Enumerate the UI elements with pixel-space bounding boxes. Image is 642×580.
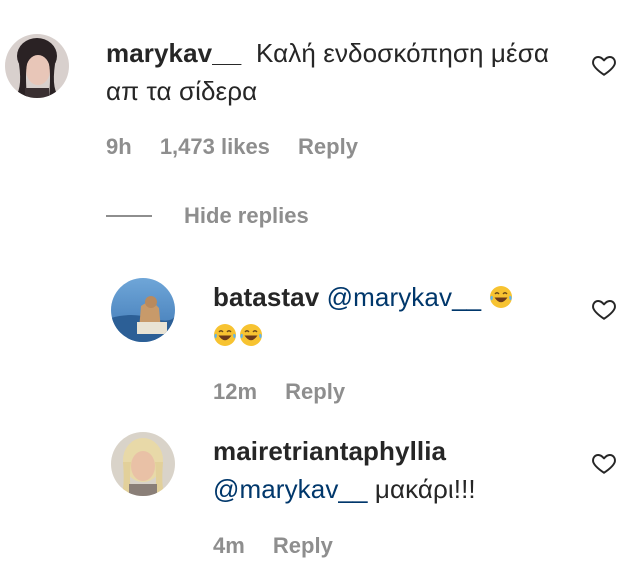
reply-meta: 12m Reply xyxy=(213,379,367,405)
comment-likes[interactable]: 1,473 likes xyxy=(160,134,270,159)
reply-meta: 4m Reply xyxy=(213,533,355,559)
reply-button[interactable]: Reply xyxy=(273,533,333,558)
reply-username[interactable]: mairetriantaphyllia xyxy=(213,436,446,466)
mention-link[interactable]: @marykav__ xyxy=(213,474,368,504)
reply-button[interactable]: Reply xyxy=(285,379,345,404)
laughing-emoji-icon xyxy=(240,324,262,346)
comment-time[interactable]: 9h xyxy=(106,134,132,159)
reply-body: μακάρι!!! xyxy=(374,474,476,504)
avatar[interactable] xyxy=(111,278,175,342)
hide-replies-label: Hide replies xyxy=(184,203,309,228)
avatar[interactable] xyxy=(5,34,69,98)
comment-username[interactable]: marykav__ xyxy=(106,38,241,68)
reply-button[interactable]: Reply xyxy=(298,134,358,159)
reply-text: mairetriantaphyllia @marykav__ μακάρι!!! xyxy=(213,432,573,508)
mention-link[interactable]: @marykav__ xyxy=(327,282,482,312)
reply-text: batastav @marykav__ xyxy=(213,278,563,354)
laughing-emoji-icon xyxy=(214,324,236,346)
heart-icon[interactable] xyxy=(591,296,617,322)
reply-time[interactable]: 4m xyxy=(213,533,245,558)
hide-replies-button[interactable]: Hide replies xyxy=(106,202,309,230)
reply-time[interactable]: 12m xyxy=(213,379,257,404)
laughing-emoji-icon xyxy=(489,286,512,308)
divider-line xyxy=(106,215,152,217)
comment-text: marykav__ Καλή ενδοσκόπηση μέσα απ τα σί… xyxy=(106,34,576,110)
reply-username[interactable]: batastav xyxy=(213,282,319,312)
comment-meta: 9h 1,473 likes Reply xyxy=(106,134,380,160)
avatar[interactable] xyxy=(111,432,175,496)
heart-icon[interactable] xyxy=(591,52,617,78)
heart-icon[interactable] xyxy=(591,450,617,476)
